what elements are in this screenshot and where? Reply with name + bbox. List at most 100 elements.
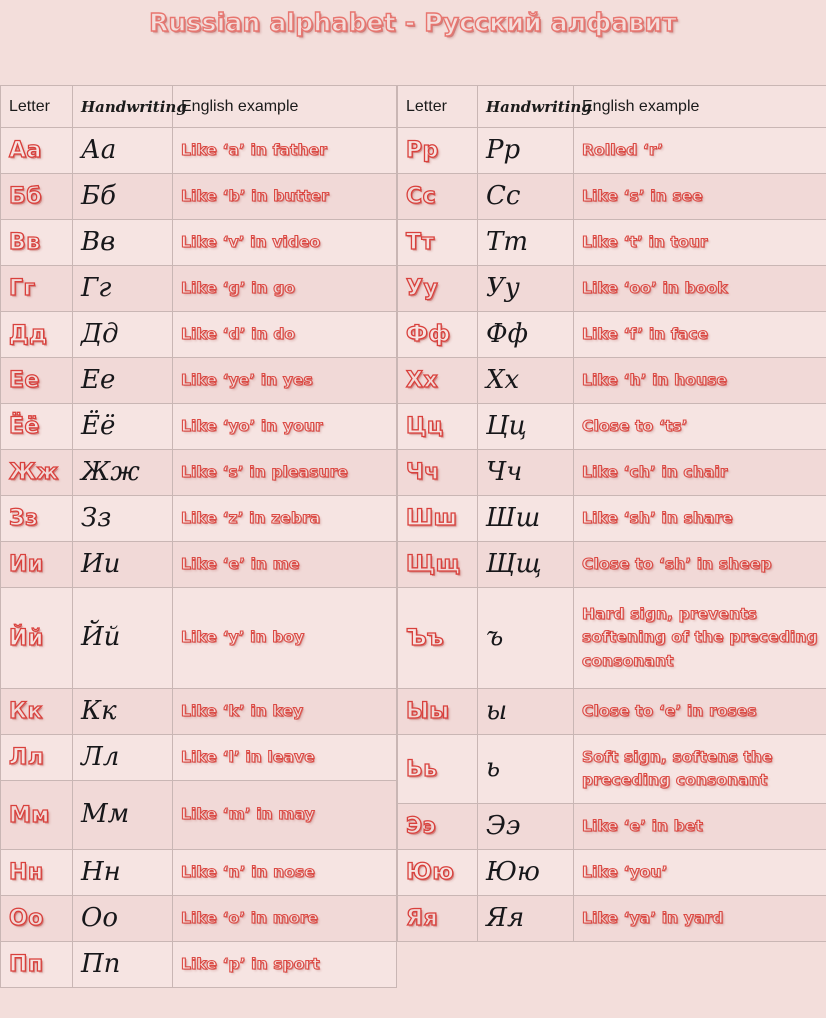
table-row: ЬььSoft sign, softens the preceding cons… bbox=[398, 735, 826, 804]
table-row: ГгГгLike ‘g’ in go bbox=[1, 266, 397, 312]
cell-english-example: Rolled ‘r’ bbox=[574, 128, 826, 174]
cell-letter: Ее bbox=[1, 358, 73, 404]
cell-letter: Щщ bbox=[398, 542, 478, 588]
cell-english-example: Soft sign, softens the preceding consona… bbox=[574, 735, 826, 804]
table-row: ЧчЧчLike ‘ch’ in chair bbox=[398, 450, 826, 496]
cell-english-example: Like ‘s’ in see bbox=[574, 174, 826, 220]
cell-handwriting: Цц bbox=[478, 404, 574, 450]
cell-handwriting: Ёё bbox=[73, 404, 173, 450]
column-header-handwriting: Handwriting bbox=[478, 86, 574, 128]
cell-letter: Зз bbox=[1, 496, 73, 542]
table-header-left: Letter Handwriting English example bbox=[1, 86, 397, 128]
cell-letter: Ээ bbox=[398, 804, 478, 850]
table-row: ЩщЩщClose to ‘sh’ in sheep bbox=[398, 542, 826, 588]
cell-english-example: Like ‘e’ in bet bbox=[574, 804, 826, 850]
cell-letter: Кк bbox=[1, 689, 73, 735]
cell-letter: Ъъ bbox=[398, 588, 478, 689]
cell-handwriting: Гг bbox=[73, 266, 173, 312]
table-row: ЖжЖжLike ‘s’ in pleasure bbox=[1, 450, 397, 496]
cell-letter: Дд bbox=[1, 312, 73, 358]
cell-letter: Сс bbox=[398, 174, 478, 220]
cell-english-example: Like ‘n’ in nose bbox=[173, 850, 397, 896]
table-row: ФфФфLike ‘f’ in face bbox=[398, 312, 826, 358]
cell-letter: Йй bbox=[1, 588, 73, 689]
cell-letter: Жж bbox=[1, 450, 73, 496]
table-row: ШшШшLike ‘sh’ in share bbox=[398, 496, 826, 542]
cell-letter: Оо bbox=[1, 896, 73, 942]
column-header-letter: Letter bbox=[398, 86, 478, 128]
cell-english-example: Like ‘you’ bbox=[574, 850, 826, 896]
cell-handwriting: Нн bbox=[73, 850, 173, 896]
cell-handwriting: Сс bbox=[478, 174, 574, 220]
cell-english-example: Close to ‘sh’ in sheep bbox=[574, 542, 826, 588]
cell-handwriting: Пп bbox=[73, 942, 173, 988]
cell-letter: Рр bbox=[398, 128, 478, 174]
cell-handwriting: Мм bbox=[73, 781, 173, 850]
cell-english-example: Close to ‘ts’ bbox=[574, 404, 826, 450]
cell-english-example: Like ‘t’ in tour bbox=[574, 220, 826, 266]
cell-handwriting: Уу bbox=[478, 266, 574, 312]
cell-letter: Тт bbox=[398, 220, 478, 266]
cell-english-example: Like ‘ya’ in yard bbox=[574, 896, 826, 942]
cell-english-example: Like ‘ye’ in yes bbox=[173, 358, 397, 404]
cell-letter: Ыы bbox=[398, 689, 478, 735]
cell-english-example: Like ‘yo’ in your bbox=[173, 404, 397, 450]
cell-letter: Пп bbox=[1, 942, 73, 988]
table-row: ЫыыClose to ‘e’ in roses bbox=[398, 689, 826, 735]
cell-letter: Цц bbox=[398, 404, 478, 450]
cell-english-example: Like ‘h’ in house bbox=[574, 358, 826, 404]
cell-letter: Уу bbox=[398, 266, 478, 312]
cell-letter: Лл bbox=[1, 735, 73, 781]
table-row: НнНнLike ‘n’ in nose bbox=[1, 850, 397, 896]
alphabet-tables: Letter Handwriting English example АаАаL… bbox=[0, 85, 826, 988]
cell-handwriting: Оо bbox=[73, 896, 173, 942]
column-header-english-example: English example bbox=[574, 86, 826, 128]
table-row: ВвВвLike ‘v’ in video bbox=[1, 220, 397, 266]
table-row: ИиИиLike ‘e’ in me bbox=[1, 542, 397, 588]
column-header-letter: Letter bbox=[1, 86, 73, 128]
cell-handwriting: Кк bbox=[73, 689, 173, 735]
cell-handwriting: Лл bbox=[73, 735, 173, 781]
table-row: ЯяЯяLike ‘ya’ in yard bbox=[398, 896, 826, 942]
table-header-right: Letter Handwriting English example bbox=[398, 86, 826, 128]
cell-english-example: Like ‘v’ in video bbox=[173, 220, 397, 266]
cell-english-example: Like ‘oo’ in book bbox=[574, 266, 826, 312]
cell-letter: Бб bbox=[1, 174, 73, 220]
cell-english-example: Like ‘p’ in sport bbox=[173, 942, 397, 988]
cell-handwriting: Ии bbox=[73, 542, 173, 588]
cell-letter: Хх bbox=[398, 358, 478, 404]
table-row: ПпПпLike ‘p’ in sport bbox=[1, 942, 397, 988]
cell-handwriting: Рр bbox=[478, 128, 574, 174]
cell-handwriting: Щщ bbox=[478, 542, 574, 588]
cell-english-example: Close to ‘e’ in roses bbox=[574, 689, 826, 735]
table-row: ОоОоLike ‘o’ in more bbox=[1, 896, 397, 942]
cell-english-example: Like ‘m’ in may bbox=[173, 781, 397, 850]
table-row: ТтТтLike ‘t’ in tour bbox=[398, 220, 826, 266]
header-row: Letter Handwriting English example bbox=[398, 86, 826, 128]
header-row: Letter Handwriting English example bbox=[1, 86, 397, 128]
cell-letter: Яя bbox=[398, 896, 478, 942]
cell-handwriting: Тт bbox=[478, 220, 574, 266]
cell-english-example: Like ‘f’ in face bbox=[574, 312, 826, 358]
table-body-right: РрРрRolled ‘r’СсСсLike ‘s’ in seeТтТтLik… bbox=[398, 128, 826, 942]
cell-letter: Юю bbox=[398, 850, 478, 896]
cell-handwriting: Ее bbox=[73, 358, 173, 404]
cell-handwriting: Йй bbox=[73, 588, 173, 689]
column-header-english-example: English example bbox=[173, 86, 397, 128]
table-row: ЛлЛлLike ‘l’ in leave bbox=[1, 735, 397, 781]
cell-handwriting: Яя bbox=[478, 896, 574, 942]
cell-letter: Ьь bbox=[398, 735, 478, 804]
cell-english-example: Like ‘g’ in go bbox=[173, 266, 397, 312]
cell-handwriting: Дд bbox=[73, 312, 173, 358]
alphabet-table-left: Letter Handwriting English example АаАаL… bbox=[0, 86, 397, 988]
table-row: ЙйЙйLike ‘y’ in boy bbox=[1, 588, 397, 689]
table-row: ЗзЗзLike ‘z’ in zebra bbox=[1, 496, 397, 542]
table-row: РрРрRolled ‘r’ bbox=[398, 128, 826, 174]
table-row: МмМмLike ‘m’ in may bbox=[1, 781, 397, 850]
cell-english-example: Like ‘y’ in boy bbox=[173, 588, 397, 689]
cell-letter: Ии bbox=[1, 542, 73, 588]
cell-handwriting: Жж bbox=[73, 450, 173, 496]
cell-letter: Шш bbox=[398, 496, 478, 542]
table-body-left: АаАаLike ‘a’ in fatherБбБбLike ‘b’ in bu… bbox=[1, 128, 397, 988]
cell-english-example: Like ‘d’ in do bbox=[173, 312, 397, 358]
